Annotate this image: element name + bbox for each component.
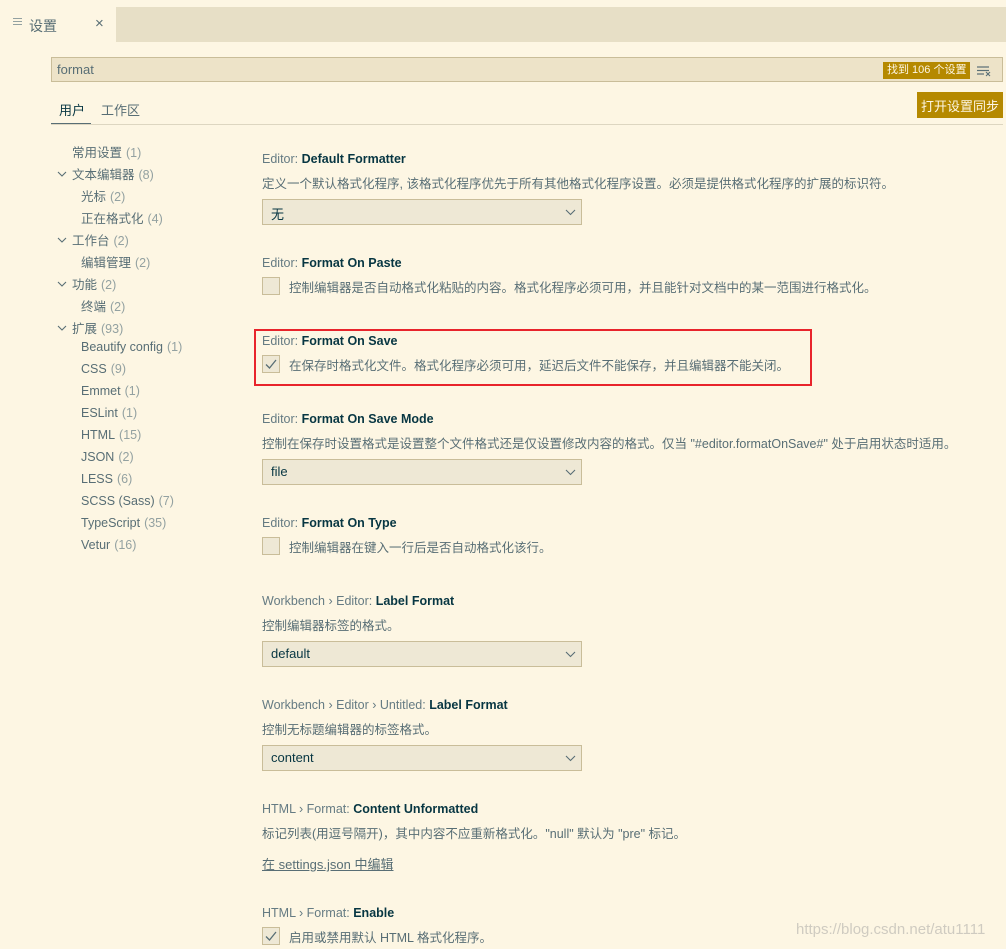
toc-item-text-editor[interactable]: 文本编辑器 (8) bbox=[72, 164, 154, 183]
tab-title: 设置 bbox=[29, 18, 57, 34]
default-formatter-select[interactable]: 无 bbox=[262, 199, 582, 225]
format-on-paste-checkbox[interactable] bbox=[262, 277, 280, 295]
chevron-down-icon[interactable] bbox=[57, 280, 67, 288]
setting-title: Workbench › Editor › Untitled: Label For… bbox=[262, 698, 508, 712]
label-format-select[interactable]: default bbox=[262, 641, 582, 667]
format-on-save-checkbox[interactable] bbox=[262, 355, 280, 373]
setting-title: Editor: Format On Save Mode bbox=[262, 412, 434, 426]
chevron-down-icon bbox=[565, 209, 576, 216]
untitled-label-format-select[interactable]: content bbox=[262, 745, 582, 771]
search-result-count-badge: 找到 106 个设置 bbox=[883, 62, 971, 79]
clear-filter-icon[interactable] bbox=[977, 65, 991, 77]
tab-user[interactable]: 用户 bbox=[59, 100, 85, 119]
setting-description: 控制在保存时设置格式是设置整个文件格式还是仅设置修改内容的格式。仅当 "#edi… bbox=[262, 437, 957, 451]
chevron-down-icon bbox=[565, 755, 576, 762]
setting-description: 定义一个默认格式化程序, 该格式化程序优先于所有其他格式化程序设置。必须是提供格… bbox=[262, 177, 894, 191]
editor-tab-bar: 设置 × bbox=[0, 0, 1006, 42]
toc-item-features[interactable]: 功能 (2) bbox=[72, 274, 116, 293]
toc-item-json[interactable]: JSON (2) bbox=[81, 450, 134, 464]
setting-description: 控制编辑器标签的格式。 bbox=[262, 619, 400, 633]
checkmark-icon bbox=[265, 359, 277, 369]
settings-tab[interactable]: 设置 × bbox=[0, 7, 116, 42]
setting-description: 标记列表(用逗号隔开)，其中内容不应重新格式化。"null" 默认为 "pre"… bbox=[262, 827, 687, 841]
toc-item-terminal[interactable]: 终端 (2) bbox=[81, 296, 125, 315]
edit-in-settings-json-link[interactable]: 在 settings.json 中编辑 bbox=[262, 854, 394, 873]
settings-search-box: 找到 106 个设置 bbox=[51, 57, 1003, 82]
close-icon[interactable]: × bbox=[95, 15, 104, 32]
toc-item-editor-management[interactable]: 编辑管理 (2) bbox=[81, 252, 150, 271]
settings-file-icon bbox=[13, 18, 22, 28]
tab-workspace[interactable]: 工作区 bbox=[101, 100, 140, 119]
divider bbox=[51, 124, 1003, 125]
toc-item-emmet[interactable]: Emmet (1) bbox=[81, 384, 140, 398]
toc-item-css[interactable]: CSS (9) bbox=[81, 362, 126, 376]
toc-item-formatting[interactable]: 正在格式化 (4) bbox=[81, 208, 163, 227]
setting-title: HTML › Format: Enable bbox=[262, 906, 395, 920]
toc-item-eslint[interactable]: ESLint (1) bbox=[81, 406, 137, 420]
toc-item-less[interactable]: LESS (6) bbox=[81, 472, 132, 486]
toc-item-workbench[interactable]: 工作台 (2) bbox=[72, 230, 129, 249]
setting-title: Editor: Format On Paste bbox=[262, 256, 402, 270]
toc-item-html[interactable]: HTML (15) bbox=[81, 428, 141, 442]
html-format-enable-checkbox[interactable] bbox=[262, 927, 280, 945]
setting-description: 控制编辑器是否自动格式化粘贴的内容。格式化程序必须可用，并且能针对文档中的某一范… bbox=[289, 281, 877, 295]
setting-title: Workbench › Editor: Label Format bbox=[262, 594, 455, 608]
toc-item-vetur[interactable]: Vetur (16) bbox=[81, 538, 136, 552]
chevron-down-icon[interactable] bbox=[57, 170, 67, 178]
chevron-down-icon bbox=[565, 651, 576, 658]
setting-description: 启用或禁用默认 HTML 格式化程序。 bbox=[289, 931, 493, 945]
toc-item-cursor[interactable]: 光标 (2) bbox=[81, 186, 125, 205]
chevron-down-icon[interactable] bbox=[57, 324, 67, 332]
checkmark-icon bbox=[265, 931, 277, 941]
toc-item-beautify[interactable]: Beautify config (1) bbox=[81, 340, 182, 354]
toc-item-typescript[interactable]: TypeScript (35) bbox=[81, 516, 166, 530]
toc-item-extensions[interactable]: 扩展 (93) bbox=[72, 318, 123, 337]
open-settings-sync-button[interactable]: 打开设置同步 bbox=[917, 92, 1003, 118]
toc-item-common[interactable]: 常用设置 (1) bbox=[72, 142, 141, 161]
setting-description: 控制无标题编辑器的标签格式。 bbox=[262, 723, 438, 737]
watermark-text: https://blog.csdn.net/atu1111 bbox=[796, 921, 986, 938]
setting-title: Editor: Default Formatter bbox=[262, 152, 406, 166]
chevron-down-icon[interactable] bbox=[57, 236, 67, 244]
setting-description: 在保存时格式化文件。格式化程序必须可用，延迟后文件不能保存，并且编辑器不能关闭。 bbox=[289, 359, 790, 373]
setting-title: Editor: Format On Type bbox=[262, 516, 397, 530]
format-on-save-mode-select[interactable]: file bbox=[262, 459, 582, 485]
setting-description: 控制编辑器在键入一行后是否自动格式化该行。 bbox=[289, 541, 552, 555]
chevron-down-icon bbox=[565, 469, 576, 476]
format-on-type-checkbox[interactable] bbox=[262, 537, 280, 555]
setting-title: Editor: Format On Save bbox=[262, 334, 398, 348]
search-input[interactable] bbox=[52, 58, 872, 81]
toc-item-scss[interactable]: SCSS (Sass) (7) bbox=[81, 494, 174, 508]
setting-title: HTML › Format: Content Unformatted bbox=[262, 802, 479, 816]
